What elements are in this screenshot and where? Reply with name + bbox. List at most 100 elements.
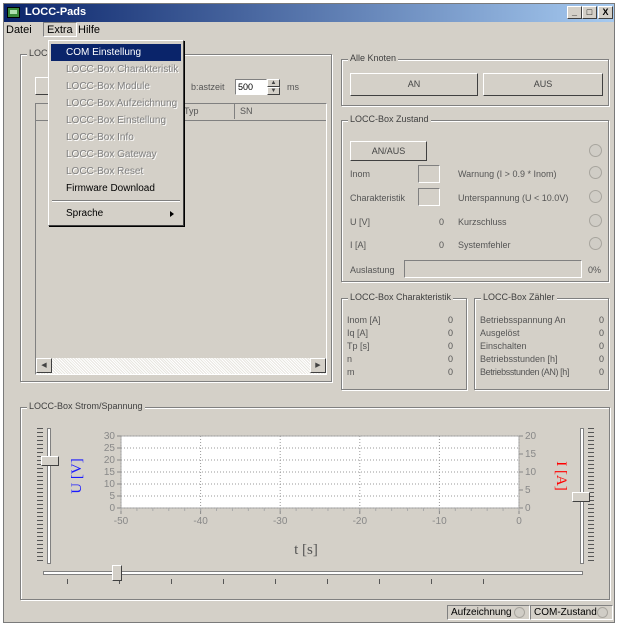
alle-aus-button[interactable]: AUS	[483, 73, 603, 96]
abtastzeit-spin-up[interactable]: ▲	[267, 79, 280, 87]
y-tick-label: 20	[104, 455, 116, 466]
minimize-button[interactable]: _	[567, 6, 582, 19]
y-tick-label: 25	[104, 443, 116, 454]
x-tick-label: -10	[432, 516, 447, 527]
aufzeichnung-label: Aufzeichnung	[451, 607, 512, 618]
time-scale-ticks	[67, 579, 487, 584]
extra-menu: COM Einstellung LOCC-Box Charakteristik …	[48, 40, 184, 226]
zaehler-group: LOCC-Box Zähler Betriebsspannung An 0 Au…	[474, 292, 609, 390]
char-tp-value: 0	[448, 341, 454, 351]
zaehler-einschalten-value: 0	[599, 341, 605, 351]
charakteristik-field	[418, 188, 440, 206]
abtastzeit-label: b:astzeit	[191, 82, 225, 92]
warnung-indicator	[589, 166, 602, 179]
char-inom-value: 0	[448, 315, 454, 325]
window-title: LOCC-Pads	[25, 6, 87, 18]
warnung-label: Warnung (I > 0.9 * Inom)	[458, 169, 557, 179]
alle-an-button[interactable]: AN	[350, 73, 478, 96]
inom-label: Inom	[350, 169, 371, 179]
x-tick-label: -50	[114, 516, 129, 527]
menu-item-firmware-download[interactable]: Firmware Download	[51, 180, 181, 197]
menu-item-charakteristik[interactable]: LOCC-Box Charakteristik	[51, 61, 181, 78]
time-scale-track[interactable]	[43, 571, 583, 575]
menu-item-sprache[interactable]: Sprache	[51, 205, 181, 222]
voltage-scale-track[interactable]	[47, 428, 51, 564]
y2-tick-label: 20	[525, 431, 537, 442]
x-tick-label: -40	[193, 516, 208, 527]
auslastung-percent: 0%	[588, 265, 602, 275]
char-m-label: m	[347, 367, 355, 377]
menu-bar: Datei Extra Hilfe	[4, 22, 614, 39]
close-button[interactable]: X	[598, 6, 613, 19]
strom-spannung-chart: U [V] I [A] t [s] 30252015105020151050-5…	[69, 431, 569, 558]
voltage-scale-ticks	[37, 428, 43, 564]
maximize-button[interactable]: □	[582, 6, 597, 19]
alle-knoten-title: Alle Knoten	[348, 53, 399, 63]
scroll-right-button[interactable]: ▶	[310, 358, 326, 373]
submenu-arrow-icon	[170, 211, 174, 217]
menu-item-info[interactable]: LOCC-Box Info	[51, 129, 181, 146]
zaehler-betriebsstunden-an-label: Betriebsstunden (AN) [h]	[480, 367, 569, 377]
zaehler-betriebsstunden-label: Betriebsstunden [h]	[480, 354, 558, 364]
menu-datei[interactable]: Datei	[6, 24, 32, 36]
y2-tick-label: 5	[525, 485, 531, 496]
menu-item-einstellung[interactable]: LOCC-Box Einstellung	[51, 112, 181, 129]
menu-extra[interactable]: Extra	[43, 22, 77, 37]
auslastung-progress	[404, 260, 582, 278]
char-iq-label: Iq [A]	[347, 328, 369, 338]
char-inom-label: Inom [A]	[347, 315, 381, 325]
menu-separator	[52, 200, 180, 202]
title-bar[interactable]: LOCC-Pads _ □ X	[4, 4, 614, 22]
y2-tick-label: 0	[525, 503, 531, 514]
charakteristik-group: LOCC-Box Charakteristik Inom [A] 0 Iq [A…	[341, 292, 467, 390]
abtastzeit-unit: ms	[287, 82, 299, 92]
zaehler-ausgeloest-value: 0	[599, 328, 605, 338]
inom-field	[418, 165, 440, 183]
menu-item-aufzeichnung[interactable]: LOCC-Box Aufzeichnung	[51, 95, 181, 112]
aufzeichnung-indicator	[514, 607, 525, 618]
strom-spannung-title: LOCC-Box Strom/Spannung	[27, 401, 145, 411]
zustand-title: LOCC-Box Zustand	[348, 114, 431, 124]
menu-item-reset[interactable]: LOCC-Box Reset	[51, 163, 181, 180]
zaehler-ausgeloest-label: Ausgelöst	[480, 328, 520, 338]
abtastzeit-input[interactable]: 500	[235, 79, 267, 95]
main-window: LOCC-Pads _ □ X Datei Extra Hilfe COM Ei…	[3, 3, 615, 623]
i-label: I [A]	[350, 240, 367, 250]
menu-hilfe[interactable]: Hilfe	[78, 24, 100, 36]
scroll-left-button[interactable]: ◀	[36, 358, 52, 373]
menu-item-module[interactable]: LOCC-Box Module	[51, 78, 181, 95]
y-tick-label: 15	[104, 467, 116, 478]
app-icon	[7, 7, 20, 18]
alle-knoten-group: Alle Knoten AN AUS	[341, 53, 609, 106]
char-tp-label: Tp [s]	[347, 341, 370, 351]
y-tick-label: 5	[109, 491, 115, 502]
kurzschluss-label: Kurzschluss	[458, 217, 507, 227]
left-panel-title: LOC	[27, 48, 50, 58]
unterspannung-indicator	[589, 190, 602, 203]
column-header-sn[interactable]: SN	[240, 106, 253, 116]
column-header-typ[interactable]: Typ	[184, 106, 199, 116]
left-panel-button[interactable]	[35, 77, 49, 95]
anaus-indicator	[589, 144, 602, 157]
abtastzeit-spin-down[interactable]: ▼	[267, 87, 280, 95]
zaehler-group-title: LOCC-Box Zähler	[481, 292, 557, 302]
menu-item-sprache-label: Sprache	[66, 208, 104, 219]
x-tick-label: -30	[273, 516, 288, 527]
char-m-value: 0	[448, 367, 454, 377]
kurzschluss-indicator	[589, 214, 602, 227]
menu-item-gateway[interactable]: LOCC-Box Gateway	[51, 146, 181, 163]
horizontal-scrollbar[interactable]: ◀ ▶	[36, 357, 326, 374]
time-scale-thumb[interactable]	[112, 565, 122, 581]
charakteristik-label: Charakteristik	[350, 193, 406, 203]
com-status: COM-Zustand	[530, 605, 613, 620]
unterspannung-label: Unterspannung (U < 10.0V)	[458, 193, 569, 203]
y-tick-label: 10	[104, 479, 116, 490]
time-axis-label: t [s]	[294, 542, 318, 558]
menu-item-com-einstellung[interactable]: COM Einstellung	[51, 44, 181, 61]
zaehler-einschalten-label: Einschalten	[480, 341, 527, 351]
x-tick-label: 0	[516, 516, 522, 527]
current-axis-label: I [A]	[553, 461, 569, 491]
anaus-button[interactable]: AN/AUS	[350, 141, 427, 161]
systemfehler-label: Systemfehler	[458, 240, 511, 250]
zaehler-betriebsspannung-value: 0	[599, 315, 605, 325]
